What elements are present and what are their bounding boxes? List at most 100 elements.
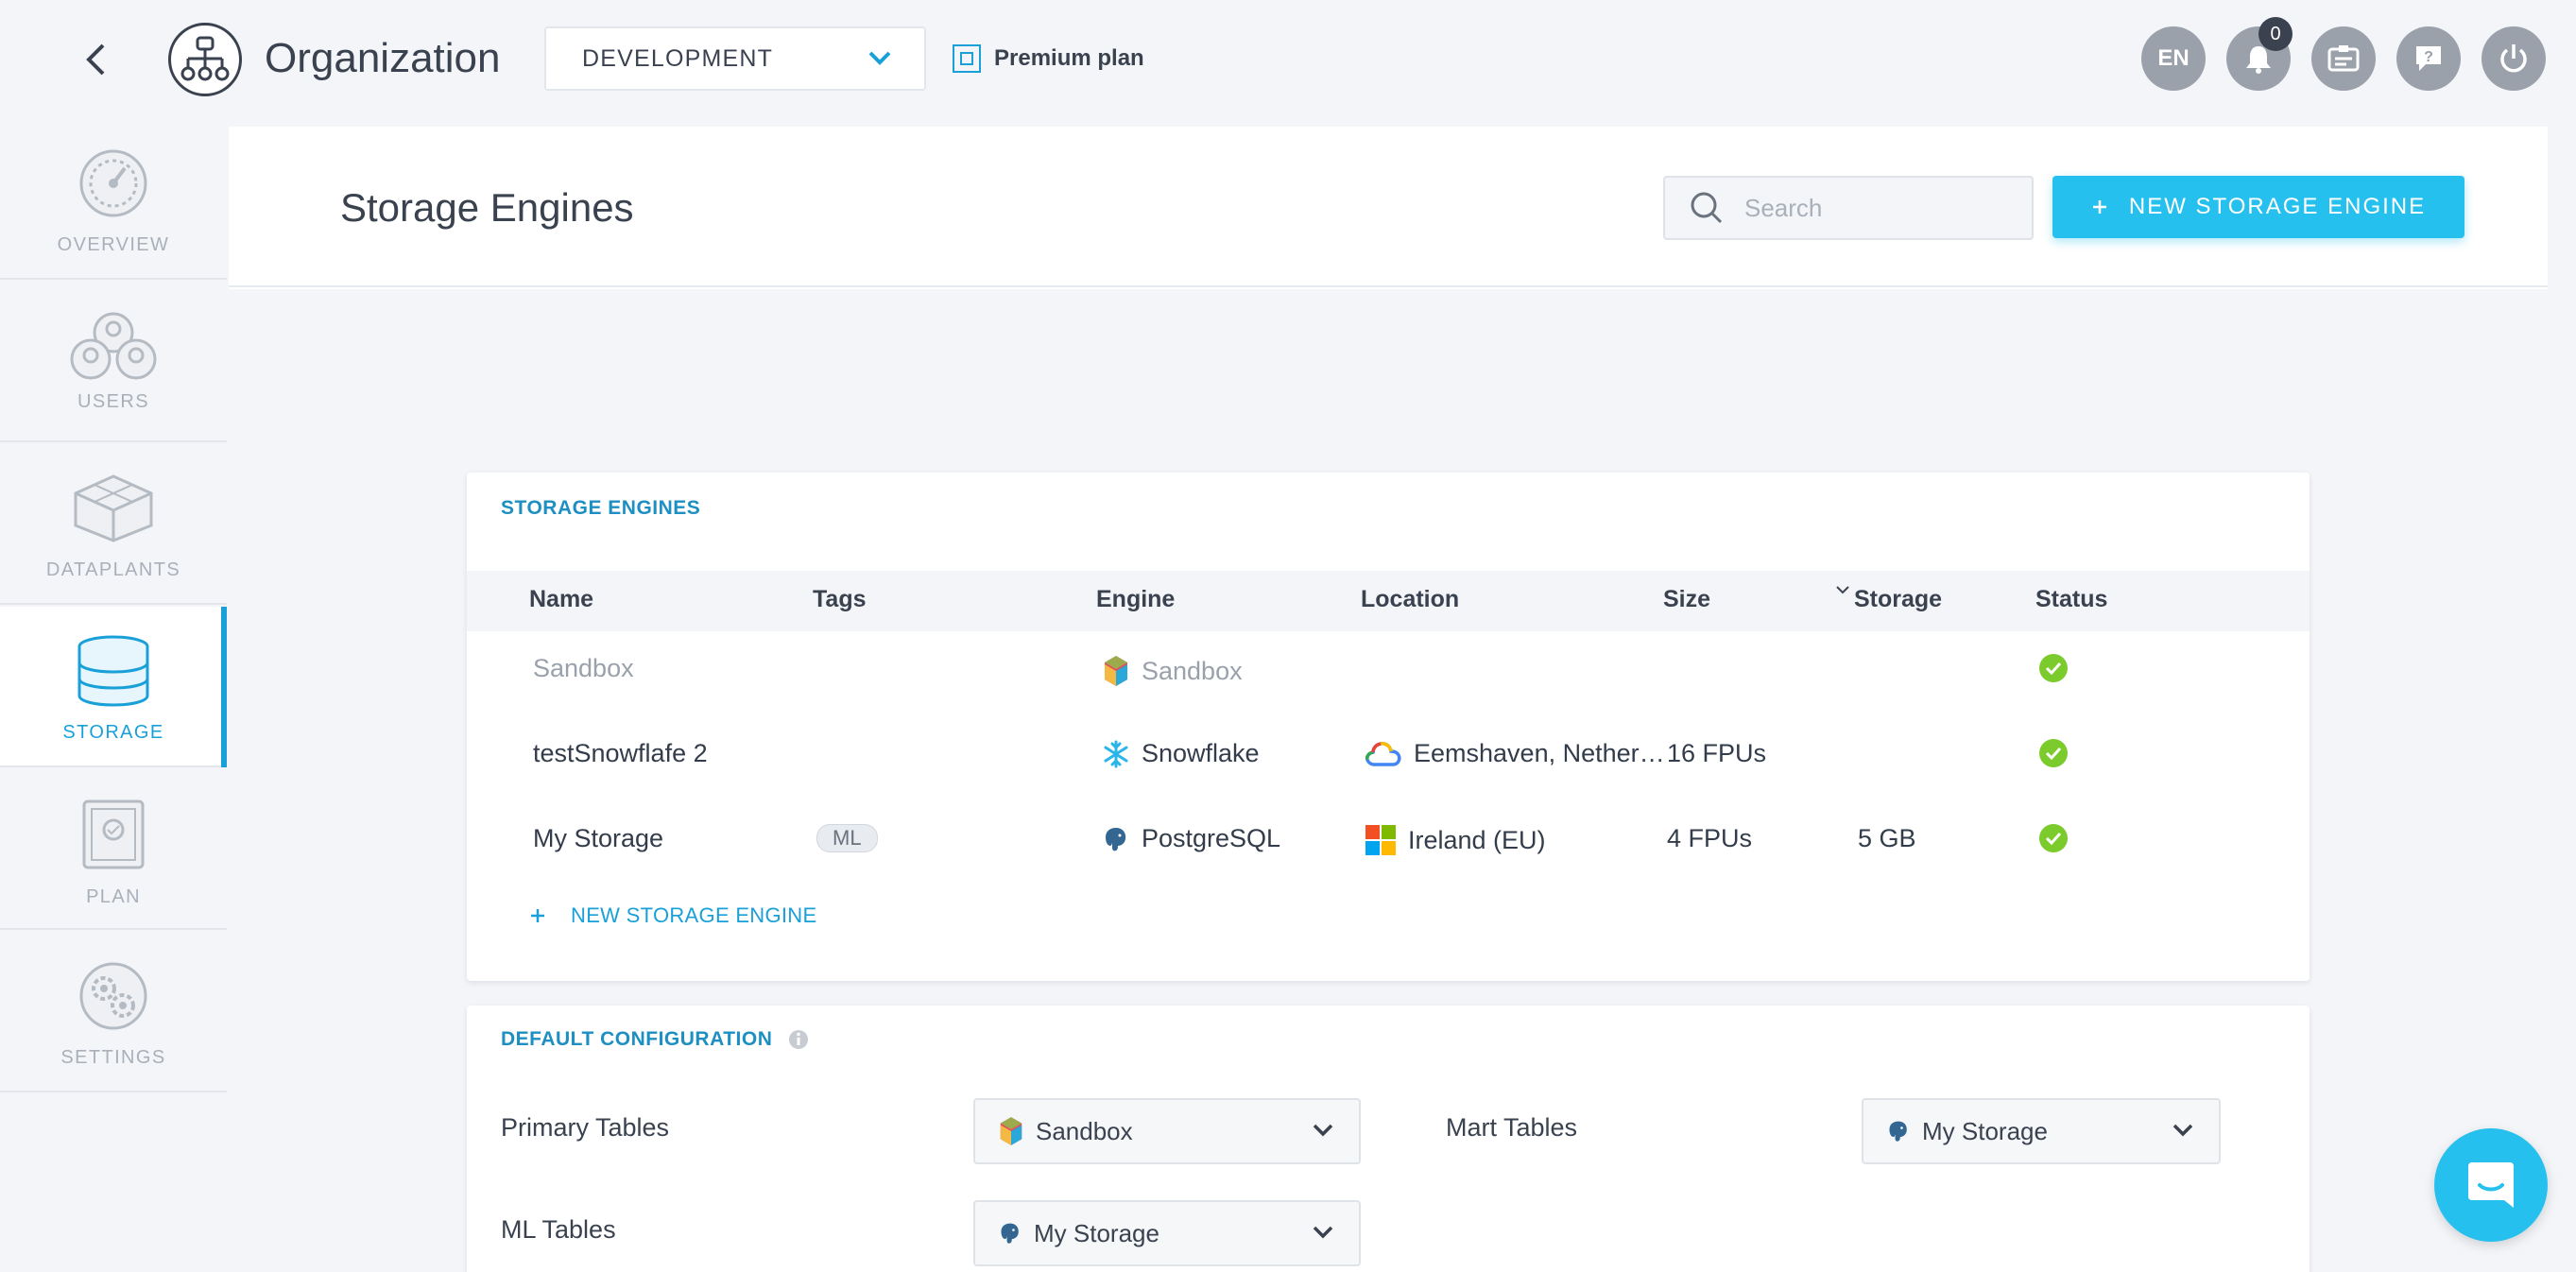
content-area: STORAGE ENGINES Name Tags Engine Locatio… <box>229 289 2548 1272</box>
table-row[interactable]: My Storage ML PostgreSQL Ireland (EU) 4 … <box>467 801 2310 885</box>
back-button[interactable] <box>74 36 117 83</box>
mart-tables-label: Mart Tables <box>1446 1113 1578 1142</box>
page-header-title: Organization <box>265 35 501 81</box>
column-header-engine[interactable]: Engine <box>1096 586 1175 613</box>
card-title: DEFAULT CONFIGURATION <box>501 1028 773 1050</box>
environment-select-value: DEVELOPMENT <box>582 44 774 72</box>
status-ok-icon <box>2039 824 2068 852</box>
mart-tables-select[interactable]: My Storage <box>1862 1098 2221 1164</box>
chevron-down-icon <box>1313 1124 1333 1137</box>
column-header-tags[interactable]: Tags <box>813 586 867 613</box>
row-location: Ireland (EU) <box>1365 824 1546 856</box>
add-storage-engine-link[interactable]: NEW STORAGE ENGINE <box>529 903 816 928</box>
row-name: My Storage <box>533 824 664 852</box>
row-engine: Snowflake <box>1102 739 1260 768</box>
logout-button[interactable] <box>2482 26 2546 91</box>
chevron-left-icon <box>86 43 105 76</box>
plan-badge[interactable]: Premium plan <box>953 42 1144 76</box>
language-label: EN <box>2157 45 2190 71</box>
postgresql-icon <box>1001 1223 1019 1244</box>
column-header-storage[interactable]: Storage <box>1854 586 1942 613</box>
sidebar-item-plan[interactable]: PLAN <box>0 769 227 930</box>
add-storage-engine-label: NEW STORAGE ENGINE <box>571 903 817 927</box>
id-card-button[interactable] <box>2311 26 2376 91</box>
ml-tables-value: My Storage <box>1034 1218 1159 1247</box>
main-panel: Storage Engines NEW STORAGE ENGINE STORA… <box>229 127 2548 1272</box>
row-size: 4 FPUs <box>1667 824 1753 852</box>
ml-tables-select[interactable]: My Storage <box>973 1200 1361 1266</box>
new-storage-engine-button[interactable]: NEW STORAGE ENGINE <box>2052 176 2464 238</box>
chevron-down-icon <box>868 51 891 65</box>
sidebar-item-dataplants[interactable]: DATAPLANTS <box>0 444 227 605</box>
search-input[interactable] <box>1744 193 2009 223</box>
sidebar-item-label: DATAPLANTS <box>45 559 181 580</box>
postgresql-icon <box>1889 1121 1907 1142</box>
snowflake-icon <box>1104 740 1128 767</box>
sidebar-item-label: USERS <box>77 391 149 412</box>
page-header: Storage Engines NEW STORAGE ENGINE <box>229 127 2548 287</box>
plus-icon <box>2092 200 2106 214</box>
sidebar-item-settings[interactable]: SETTINGS <box>0 932 227 1092</box>
sidebar-item-label: STORAGE <box>62 722 164 743</box>
id-card-icon <box>2327 45 2360 72</box>
help-button[interactable]: ? <box>2396 26 2461 91</box>
column-header-name[interactable]: Name <box>529 586 593 613</box>
chevron-down-icon <box>1313 1226 1333 1239</box>
sidebar: OVERVIEW USERS DATAPLANTS STORAGE PLAN S… <box>0 119 227 1102</box>
row-status <box>2039 824 2068 852</box>
status-ok-icon <box>2039 654 2068 682</box>
primary-tables-select[interactable]: Sandbox <box>973 1098 1361 1164</box>
column-header-status[interactable]: Status <box>2035 586 2107 613</box>
sort-down-icon[interactable] <box>1835 584 1850 595</box>
row-engine: PostgreSQL <box>1102 824 1280 853</box>
default-configuration-card: DEFAULT CONFIGURATION Primary Tables San… <box>467 1006 2310 1272</box>
environment-select[interactable]: DEVELOPMENT <box>544 26 926 91</box>
organization-icon <box>168 23 242 96</box>
sidebar-item-storage[interactable]: STORAGE <box>0 607 227 767</box>
power-icon <box>2500 44 2527 73</box>
table-header: Name Tags Engine Location Size Storage S… <box>467 571 2310 631</box>
plus-icon <box>531 909 544 922</box>
row-status <box>2039 654 2068 682</box>
top-bar: Organization DEVELOPMENT Premium plan EN… <box>0 0 2576 119</box>
sandbox-icon <box>1105 656 1127 686</box>
storage-engines-card: STORAGE ENGINES Name Tags Engine Locatio… <box>467 473 2310 981</box>
sidebar-item-overview[interactable]: OVERVIEW <box>0 119 227 280</box>
plan-label: Premium plan <box>994 45 1144 71</box>
microsoft-azure-icon <box>1365 825 1396 855</box>
chat-launcher-button[interactable] <box>2434 1128 2548 1242</box>
sidebar-item-users[interactable]: USERS <box>0 282 227 442</box>
search-box[interactable] <box>1663 176 2034 240</box>
mart-tables-value: My Storage <box>1922 1116 2048 1145</box>
table-row[interactable]: testSnowflafe 2 Snowflake Eemshaven, Net… <box>467 716 2310 799</box>
row-tags: ML <box>816 824 878 852</box>
column-header-size[interactable]: Size <box>1663 586 1710 613</box>
column-header-location[interactable]: Location <box>1361 586 1459 613</box>
new-storage-engine-label: NEW STORAGE ENGINE <box>2128 194 2427 219</box>
chat-icon <box>2468 1162 2514 1208</box>
svg-text:?: ? <box>2424 49 2433 65</box>
postgresql-icon <box>1106 827 1126 851</box>
google-cloud-icon <box>1365 741 1401 766</box>
help-chat-icon: ? <box>2416 46 2441 71</box>
search-icon <box>1691 192 1723 224</box>
tag-badge[interactable]: ML <box>816 824 878 852</box>
primary-tables-label: Primary Tables <box>501 1113 670 1142</box>
sandbox-icon <box>1000 1117 1022 1145</box>
database-icon <box>77 635 149 707</box>
table-row[interactable]: Sandbox Sandbox <box>467 631 2310 714</box>
sidebar-item-label: SETTINGS <box>60 1047 166 1068</box>
engine-label: Sandbox <box>1142 656 1243 685</box>
primary-tables-value: Sandbox <box>1036 1116 1133 1145</box>
row-size: 16 FPUs <box>1667 739 1767 767</box>
info-icon[interactable] <box>787 1028 810 1051</box>
row-engine: Sandbox <box>1102 654 1243 688</box>
language-button[interactable]: EN <box>2141 26 2206 91</box>
location-label: Ireland (EU) <box>1408 825 1546 854</box>
row-storage: 5 GB <box>1858 824 1916 852</box>
engine-label: Snowflake <box>1142 739 1260 767</box>
row-name: Sandbox <box>533 654 634 682</box>
notification-count-badge: 0 <box>2258 17 2293 51</box>
location-label: Eemshaven, Nether… <box>1414 739 1665 767</box>
row-status <box>2039 739 2068 767</box>
